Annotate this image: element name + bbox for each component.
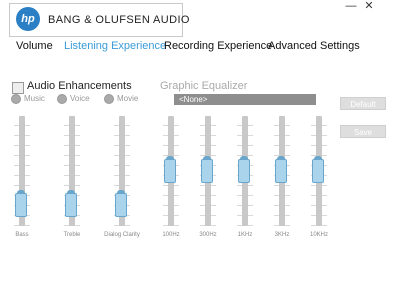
eq-band-slider-label: 100Hz [162,232,180,238]
slider-thumb[interactable] [15,193,27,217]
graphic-equalizer-label: Graphic Equalizer [160,80,248,92]
brand-logo-box: hp BANG & OLUFSEN AUDIO [9,3,189,37]
radio-icon [11,94,21,104]
eq-band-slider-label: 3KHz [274,232,290,238]
radio-music[interactable]: Music [11,94,45,104]
radio-icon [57,94,67,104]
equalizer-preset-select[interactable]: <None> [174,94,316,105]
default-button[interactable]: Default [340,97,386,110]
radio-voice[interactable]: Voice [57,94,90,104]
audio-enhancements-checkbox[interactable] [12,82,24,94]
save-button[interactable]: Save [340,125,386,138]
tab-advanced-settings[interactable]: Advanced Settings [268,40,360,52]
brand-name: BANG & OLUFSEN AUDIO [48,14,190,26]
eq-band-slider-1khz[interactable] [237,116,253,226]
slider-thumb[interactable] [164,159,176,183]
enhancement-slider-dialog-clarity[interactable] [114,116,130,226]
enhancement-slider-label: Bass [15,232,29,238]
slider-thumb-cap [277,156,285,160]
hp-logo-icon: hp [16,7,40,31]
slider-thumb-cap [314,156,322,160]
eq-band-slider-label: 1KHz [237,232,253,238]
eq-band-slider-label: 300Hz [199,232,217,238]
slider-thumb-cap [166,156,174,160]
slider-thumb-cap [117,190,125,194]
radio-icon [104,94,114,104]
radio-voice-label: Voice [70,94,90,104]
eq-band-slider-100hz[interactable] [163,116,179,226]
enhancement-slider-label: Treble [63,232,81,238]
tab-volume[interactable]: Volume [16,40,53,52]
radio-music-label: Music [24,94,45,104]
slider-thumb[interactable] [238,159,250,183]
eq-band-slider-300hz[interactable] [200,116,216,226]
close-button[interactable]: ✕ [358,0,380,14]
main-tabs: Volume Listening Experience Recording Ex… [0,40,400,56]
tab-recording-experience[interactable]: Recording Experience [164,40,272,52]
slider-thumb[interactable] [312,159,324,183]
eq-band-slider-10khz[interactable] [311,116,327,226]
eq-band-slider-label: 10KHz [309,232,328,238]
enhancement-slider-treble[interactable] [64,116,80,226]
enhancement-slider-label: Dialog Clarity [104,232,140,238]
radio-movie[interactable]: Movie [104,94,138,104]
slider-thumb-cap [240,156,248,160]
slider-thumb-cap [67,190,75,194]
tab-listening-experience[interactable]: Listening Experience [64,40,166,52]
slider-thumb[interactable] [65,193,77,217]
audio-enhancements-label: Audio Enhancements [27,80,132,92]
eq-band-slider-3khz[interactable] [274,116,290,226]
radio-movie-label: Movie [117,94,139,104]
enhancement-slider-bass[interactable] [14,116,30,226]
slider-thumb[interactable] [201,159,213,183]
slider-thumb-cap [17,190,25,194]
slider-thumb-cap [203,156,211,160]
slider-thumb[interactable] [275,159,287,183]
title-bar: hp BANG & OLUFSEN AUDIO — ✕ [0,0,400,37]
slider-thumb[interactable] [115,193,127,217]
